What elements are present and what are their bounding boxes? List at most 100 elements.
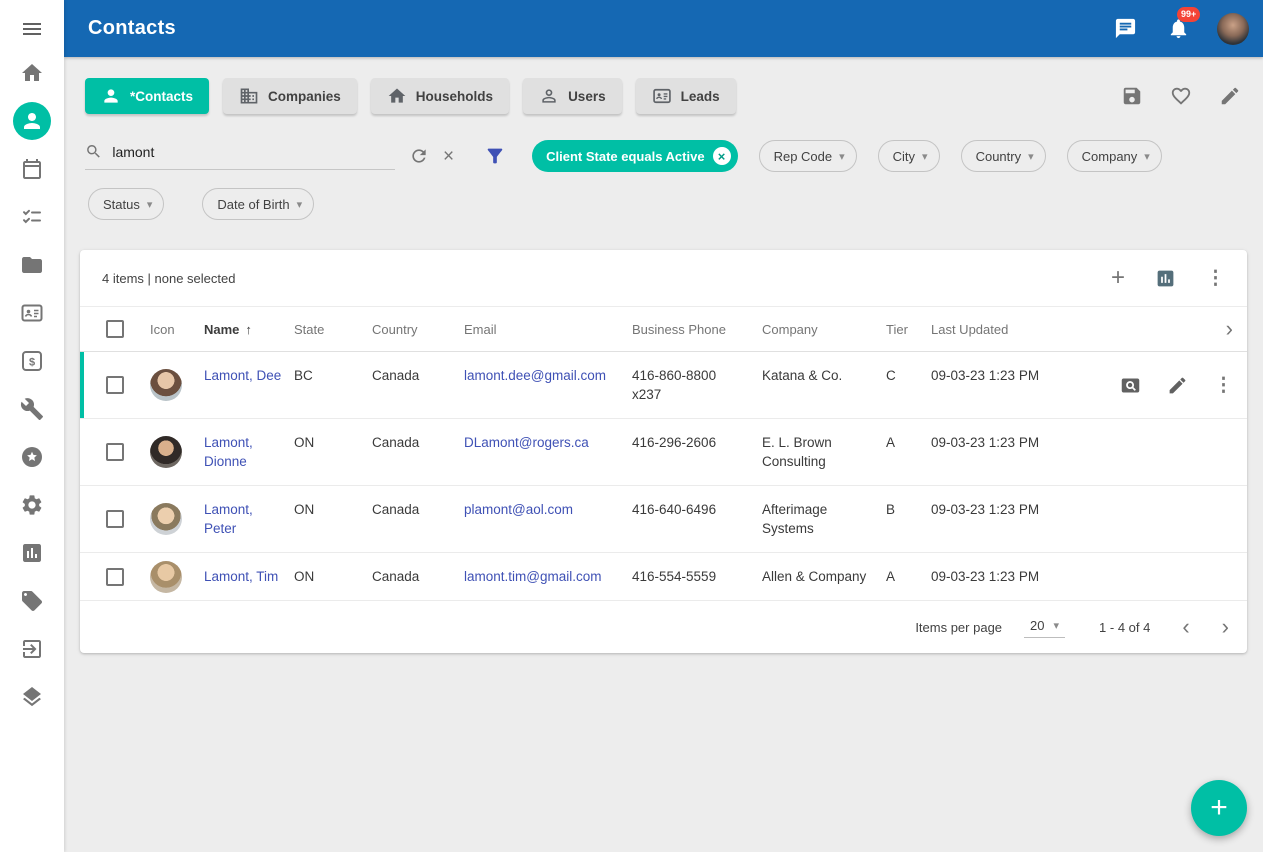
preview-button[interactable] (1120, 375, 1141, 396)
table-menu-button[interactable]: ⋮ (1206, 269, 1225, 288)
sidebar-item-documents[interactable] (8, 241, 56, 289)
filter-chip-country[interactable]: Country ▾ (961, 140, 1046, 172)
cell-company: Allen & Company (762, 553, 886, 600)
column-state[interactable]: State (294, 322, 372, 337)
save-view-button[interactable] (1121, 85, 1143, 107)
table-row[interactable]: Lamont, Dee BC Canada lamont.dee@gmail.c… (80, 352, 1247, 419)
items-per-page-select[interactable]: 20 ▾ (1024, 616, 1065, 638)
sidebar-item-contact-card[interactable] (8, 289, 56, 337)
contact-name-link[interactable]: Lamont, Peter (204, 502, 253, 536)
column-business-phone[interactable]: Business Phone (632, 322, 762, 337)
contact-avatar (150, 561, 182, 593)
vertical-dots-icon: ⋮ (1214, 375, 1233, 396)
column-last-updated[interactable]: Last Updated (931, 322, 1073, 337)
email-link[interactable]: DLamont@rogers.ca (464, 435, 589, 450)
sidebar-item-tools[interactable] (8, 385, 56, 433)
tab-users[interactable]: Users (523, 78, 622, 114)
column-company[interactable]: Company (762, 322, 886, 337)
menu-button[interactable] (20, 15, 44, 43)
table-actions: + ⋮ (1111, 266, 1225, 290)
contact-avatar (150, 503, 182, 535)
contacts-table-card: 4 items | none selected + ⋮ Icon Name↑ S… (80, 250, 1247, 653)
cell-state: ON (294, 486, 372, 552)
search-input[interactable] (112, 144, 395, 160)
remove-filter-button[interactable]: × (713, 147, 731, 165)
next-page-button[interactable]: › (1222, 616, 1229, 638)
email-link[interactable]: plamont@aol.com (464, 502, 573, 517)
clear-search-button[interactable]: × (443, 147, 454, 166)
contact-name-link[interactable]: Lamont, Tim (204, 569, 278, 584)
folder-icon (20, 253, 44, 277)
tab-companies[interactable]: Companies (223, 78, 357, 114)
table-row[interactable]: Lamont, Dionne ON Canada DLamont@rogers.… (80, 419, 1247, 486)
contact-name-link[interactable]: Lamont, Dionne (204, 435, 253, 469)
refresh-search-button[interactable] (409, 146, 429, 166)
tab-households[interactable]: Households (371, 78, 509, 114)
caret-down-icon: ▾ (1054, 619, 1060, 632)
row-checkbox[interactable] (106, 568, 124, 586)
sidebar-item-contacts[interactable] (8, 97, 56, 145)
column-email[interactable]: Email (464, 322, 632, 337)
chip-label: City (893, 149, 915, 164)
cell-tier: A (886, 419, 931, 485)
contacts-icon (20, 109, 44, 133)
email-link[interactable]: lamont.tim@gmail.com (464, 569, 602, 584)
filter-chip-company[interactable]: Company ▾ (1067, 140, 1162, 172)
tab-label: Households (416, 89, 493, 104)
chevron-right-icon: › (1226, 316, 1233, 341)
preview-icon (1120, 375, 1141, 396)
tab-label: *Contacts (130, 89, 193, 104)
caret-down-icon: ▾ (1144, 150, 1150, 163)
column-chart-button[interactable] (1155, 268, 1176, 289)
applied-filter-chip[interactable]: Client State equals Active × (532, 140, 737, 172)
filter-chip-status[interactable]: Status ▾ (88, 188, 164, 220)
row-checkbox[interactable] (106, 376, 124, 394)
add-contact-fab[interactable]: + (1191, 780, 1247, 836)
user-avatar[interactable] (1217, 13, 1249, 45)
sidebar-item-settings[interactable] (8, 481, 56, 529)
column-name[interactable]: Name↑ (204, 322, 294, 337)
edit-view-button[interactable] (1219, 85, 1241, 107)
sidebar-item-calendar[interactable] (8, 145, 56, 193)
column-tier[interactable]: Tier (886, 322, 931, 337)
previous-page-button[interactable]: ‹ (1182, 616, 1189, 638)
sidebar-item-billing[interactable]: $ (8, 337, 56, 385)
filter-chip-city[interactable]: City ▾ (878, 140, 940, 172)
scroll-columns-right-button[interactable]: › (1226, 318, 1233, 340)
cell-company: Afterimage Systems (762, 486, 886, 552)
notifications-button[interactable]: 99+ (1164, 14, 1193, 43)
row-checkbox[interactable] (106, 510, 124, 528)
sidebar-item-home[interactable] (8, 49, 56, 97)
table-row[interactable]: Lamont, Tim ON Canada lamont.tim@gmail.c… (80, 553, 1247, 601)
sidebar-item-reports[interactable] (8, 529, 56, 577)
tab-leads[interactable]: Leads (636, 78, 736, 114)
sidebar-item-layers[interactable] (8, 673, 56, 721)
table-row[interactable]: Lamont, Peter ON Canada plamont@aol.com … (80, 486, 1247, 553)
favorite-button[interactable] (1170, 85, 1192, 107)
row-checkbox[interactable] (106, 443, 124, 461)
main-content: *Contacts Companies Households Users Lea… (64, 57, 1263, 852)
chip-label: Company (1082, 149, 1138, 164)
sidebar-item-tasks[interactable] (8, 193, 56, 241)
chip-label: Date of Birth (217, 197, 289, 212)
cell-business-phone: 416-860-8800 x237 (632, 352, 762, 418)
funnel-icon (484, 145, 506, 167)
chat-button[interactable] (1111, 14, 1140, 43)
sidebar-item-exit[interactable] (8, 625, 56, 673)
tab-contacts[interactable]: *Contacts (85, 78, 209, 114)
column-country[interactable]: Country (372, 322, 464, 337)
filter-chip-date-of-birth[interactable]: Date of Birth ▾ (202, 188, 314, 220)
select-all-checkbox[interactable] (106, 320, 124, 338)
sidebar-item-tags[interactable] (8, 577, 56, 625)
contact-name-link[interactable]: Lamont, Dee (204, 368, 281, 383)
wrench-icon (20, 397, 44, 421)
sidebar: $ (0, 0, 64, 852)
filter-chip-rep-code[interactable]: Rep Code ▾ (759, 140, 857, 172)
row-menu-button[interactable]: ⋮ (1214, 376, 1233, 395)
filter-button[interactable] (484, 145, 506, 167)
add-item-button[interactable]: + (1111, 266, 1125, 290)
email-link[interactable]: lamont.dee@gmail.com (464, 368, 606, 383)
column-icon[interactable]: Icon (150, 322, 204, 337)
sidebar-item-featured[interactable] (8, 433, 56, 481)
edit-button[interactable] (1167, 375, 1188, 396)
